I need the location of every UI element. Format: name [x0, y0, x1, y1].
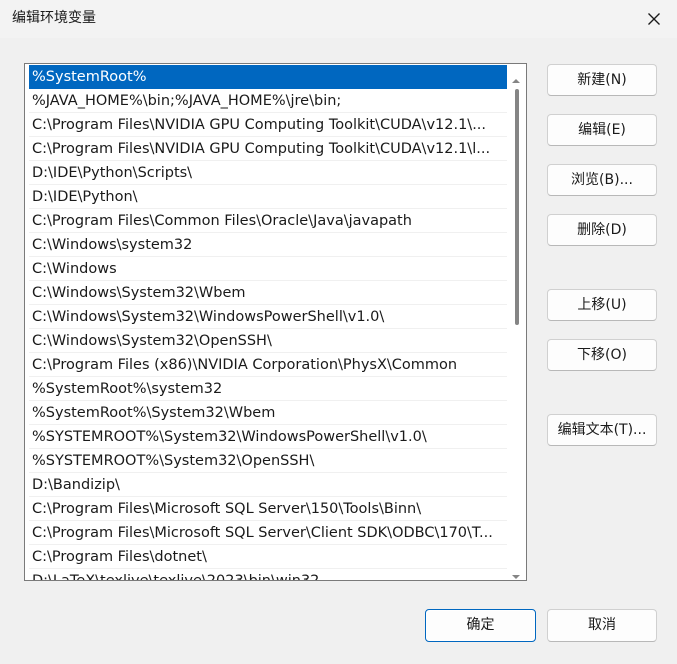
path-list[interactable]: %SystemRoot% %JAVA_HOME%\bin;%JAVA_HOME%\…: [24, 63, 527, 581]
list-item[interactable]: %SYSTEMROOT%\System32\WindowsPowerShell\…: [29, 425, 507, 449]
close-icon: [647, 12, 661, 26]
list-item[interactable]: %SystemRoot%\System32\Wbem: [29, 401, 507, 425]
new-button[interactable]: 新建(N): [547, 64, 657, 96]
window-title: 编辑环境变量: [12, 10, 96, 26]
list-item[interactable]: C:\Program Files\Microsoft SQL Server\15…: [29, 497, 507, 521]
ok-button[interactable]: 确定: [425, 609, 536, 642]
scroll-down-arrow-icon[interactable]: [512, 566, 520, 579]
edit-text-button[interactable]: 编辑文本(T)...: [547, 414, 657, 446]
list-item[interactable]: C:\Windows\System32\Wbem: [29, 281, 507, 305]
move-up-button[interactable]: 上移(U): [547, 289, 657, 321]
list-item[interactable]: D:\Bandizip\: [29, 473, 507, 497]
list-item[interactable]: C:\Program Files\NVIDIA GPU Computing To…: [29, 113, 507, 137]
edit-env-variable-dialog: 编辑环境变量 %SystemRoot% %JAVA_HOME%\bin;%JAVA…: [0, 0, 677, 664]
path-list-items: %SystemRoot% %JAVA_HOME%\bin;%JAVA_HOME%\…: [29, 65, 507, 580]
list-item[interactable]: C:\Program Files\NVIDIA GPU Computing To…: [29, 137, 507, 161]
list-item[interactable]: %SYSTEMROOT%\System32\OpenSSH\: [29, 449, 507, 473]
list-item[interactable]: C:\Program Files\Common Files\Oracle\Jav…: [29, 209, 507, 233]
title-bar: 编辑环境变量: [0, 0, 677, 38]
edit-button[interactable]: 编辑(E): [547, 114, 657, 146]
cancel-button[interactable]: 取消: [547, 609, 657, 642]
vertical-scrollbar[interactable]: [507, 65, 525, 579]
list-item[interactable]: %SystemRoot%\system32: [29, 377, 507, 401]
list-item-selected[interactable]: %SystemRoot%: [29, 65, 507, 89]
list-item[interactable]: C:\Windows: [29, 257, 507, 281]
list-item[interactable]: C:\Windows\System32\OpenSSH\: [29, 329, 507, 353]
close-button[interactable]: [631, 0, 677, 38]
scroll-up-arrow-icon[interactable]: [512, 70, 520, 83]
list-item[interactable]: D:\IDE\Python\Scripts\: [29, 161, 507, 185]
browse-button[interactable]: 浏览(B)...: [547, 164, 657, 196]
delete-button[interactable]: 删除(D): [547, 214, 657, 246]
scrollbar-thumb[interactable]: [515, 89, 519, 325]
list-item[interactable]: %JAVA_HOME%\bin;%JAVA_HOME%\jre\bin;: [29, 89, 507, 113]
list-item[interactable]: D:\IDE\Python\: [29, 185, 507, 209]
list-item[interactable]: C:\Program Files\Microsoft SQL Server\Cl…: [29, 521, 507, 545]
list-item[interactable]: C:\Windows\System32\WindowsPowerShell\v1…: [29, 305, 507, 329]
move-down-button[interactable]: 下移(O): [547, 339, 657, 371]
list-item[interactable]: D:\LaTeX\texlive\texlive\2023\bin\win32: [29, 569, 507, 580]
list-item[interactable]: C:\Program Files\dotnet\: [29, 545, 507, 569]
list-item[interactable]: C:\Program Files (x86)\NVIDIA Corporatio…: [29, 353, 507, 377]
list-item[interactable]: C:\Windows\system32: [29, 233, 507, 257]
